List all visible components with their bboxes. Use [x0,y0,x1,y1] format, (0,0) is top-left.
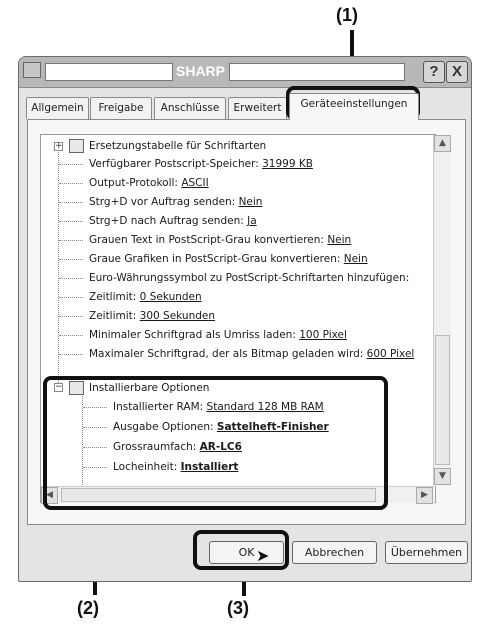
tree-item[interactable]: Output-Protokoll: ASCII [89,174,209,192]
scroll-up-icon[interactable]: ▲ [434,135,451,152]
vertical-scrollbar[interactable]: ▲ ▼ [433,135,451,486]
tree-connector [59,335,83,336]
tree-connector [59,221,83,222]
tree-item[interactable]: Strg+D vor Auftrag senden: Nein [89,193,262,211]
tab-erweitert[interactable]: Erweitert [228,97,287,119]
tree-connector [59,316,83,317]
apply-button[interactable]: Übernehmen [385,541,468,564]
tab-allgemein[interactable]: Allgemein [26,97,89,119]
title-field-left [45,63,173,81]
tree-connector [59,202,83,203]
tab-anschluesse[interactable]: Anschlüsse [154,97,226,119]
highlight-installable-options [43,376,388,510]
tab-freigabe[interactable]: Freigabe [90,97,152,119]
title-field-right [229,63,405,81]
tree-connector [59,278,83,279]
callout-3: (3) [227,598,249,618]
tree-connector [59,297,83,298]
tree-connector [59,259,83,260]
tree-item[interactable]: Minimaler Schriftgrad als Umriss laden: … [89,326,347,344]
expand-icon[interactable]: + [54,142,63,151]
tree-connector [59,354,83,355]
tree-item[interactable]: Maximaler Schriftgrad, der als Bitmap ge… [89,345,414,363]
help-button[interactable]: ? [423,61,445,83]
highlight-ok-button [193,530,289,570]
tree-item[interactable]: Strg+D nach Auftrag senden: Ja [89,212,257,230]
tree-connector [59,183,83,184]
tree-item[interactable]: Verfügbarer Postscript-Speicher: 31999 K… [89,155,313,173]
close-button[interactable]: X [446,61,468,83]
tree-item[interactable]: Grauen Text in PostScript-Grau konvertie… [89,231,351,249]
tree-connector [59,164,83,165]
tree-connector [59,240,83,241]
tab-geraeteeinstellungen[interactable]: Geräteeinstellungen [289,93,419,120]
tree-item[interactable]: Graue Grafiken in PostScript-Grau konver… [89,250,368,268]
tree-item[interactable]: Zeitlimit: 0 Sekunden [89,288,202,306]
callout-2: (2) [77,598,99,618]
tree-item[interactable]: Euro-Währungssymbol zu PostScript-Schrif… [89,269,409,287]
tree-item[interactable]: Ersetzungstabelle für Schriftarten [89,137,266,155]
tree-connector [58,149,59,385]
cancel-button[interactable]: Abbrechen [292,541,377,564]
scroll-down-icon[interactable]: ▼ [434,468,451,485]
printer-icon [23,62,41,78]
font-icon [69,139,84,153]
scroll-right-icon[interactable]: ▶ [416,487,433,504]
title-bar: SHARP ? X [19,57,471,88]
mouse-cursor-icon: ➤ [256,546,270,565]
callout-1: (1) [336,5,358,25]
scroll-thumb[interactable] [435,335,450,465]
window-title: SHARP [176,63,226,79]
tree-item[interactable]: Zeitlimit: 300 Sekunden [89,307,215,325]
